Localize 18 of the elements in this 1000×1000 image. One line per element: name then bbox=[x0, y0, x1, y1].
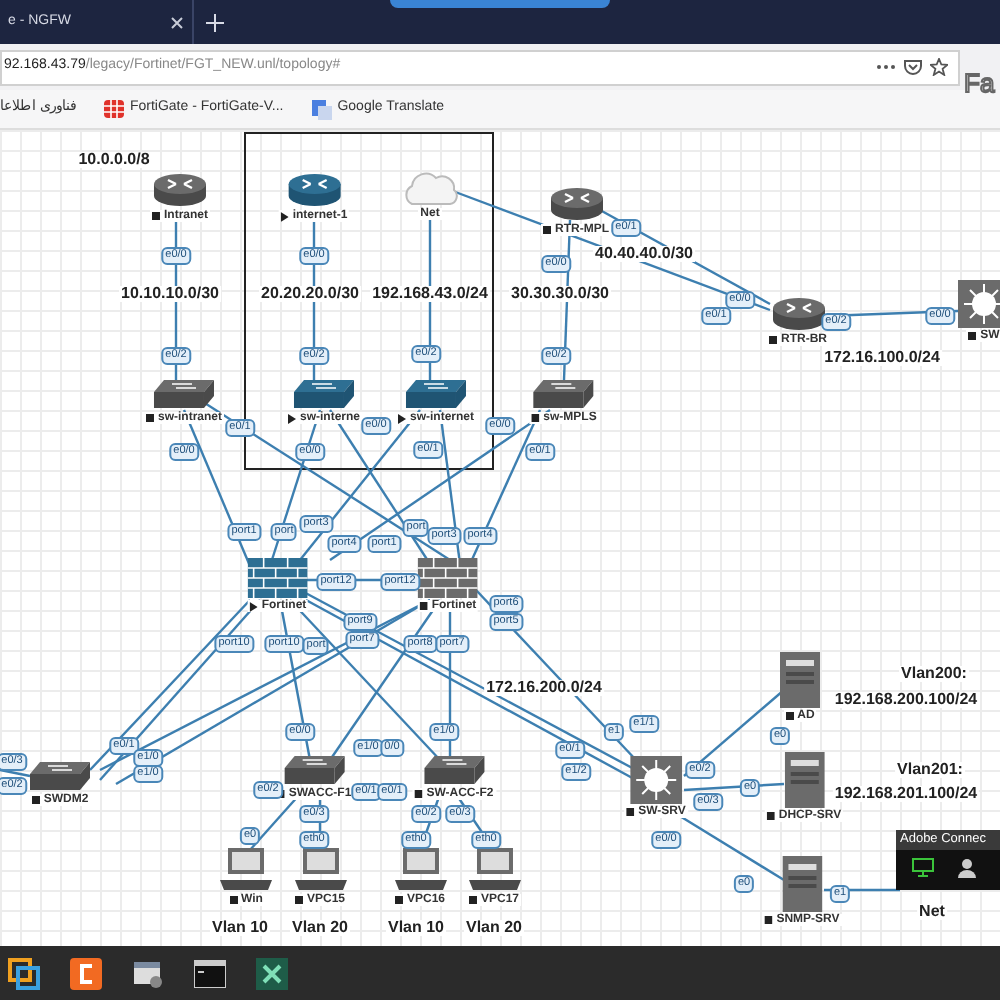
network-label: 20.20.20.0/30 bbox=[259, 286, 361, 302]
network-label: 172.16.100.0/24 bbox=[822, 350, 942, 366]
network-label: 30.30.30.0/30 bbox=[509, 286, 611, 302]
network-label: Vlan 10 bbox=[386, 920, 446, 936]
network-label: 10.10.10.0/30 bbox=[119, 286, 221, 302]
network-label: Vlan201: bbox=[895, 762, 965, 778]
network-label: 10.0.0.0/8 bbox=[76, 152, 152, 168]
network-label: 192.168.43.0/24 bbox=[370, 286, 490, 302]
network-label: Net bbox=[917, 904, 947, 920]
network-label: Vlan200: bbox=[899, 666, 969, 682]
network-label: Vlan 20 bbox=[290, 920, 350, 936]
network-label: 172.16.200.0/24 bbox=[484, 680, 604, 696]
network-label: 40.40.40.0/30 bbox=[593, 246, 695, 262]
network-label: 192.168.201.100/24 bbox=[832, 786, 980, 802]
network-label: Vlan 10 bbox=[210, 920, 270, 936]
network-label: 192.168.200.100/24 bbox=[832, 692, 980, 708]
logo-text: Fa bbox=[964, 70, 995, 96]
network-label: Vlan 20 bbox=[464, 920, 524, 936]
